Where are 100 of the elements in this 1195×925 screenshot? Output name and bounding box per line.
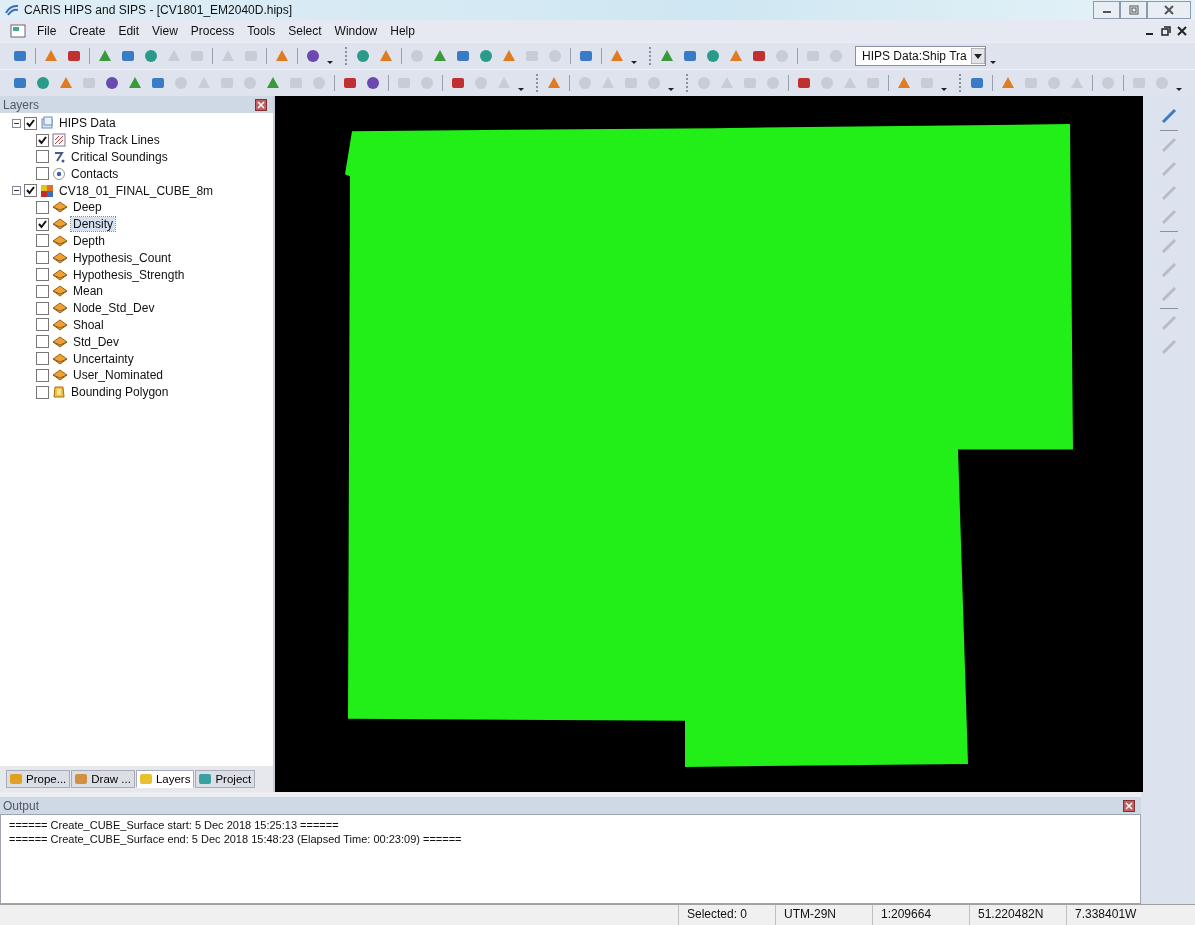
menu-item[interactable]: File (35, 24, 59, 38)
triangle-icon (842, 75, 858, 91)
circle-icon (774, 48, 790, 64)
checkbox[interactable] (36, 385, 49, 399)
square-icon (865, 75, 881, 91)
triangle-icon (1000, 75, 1016, 91)
menu-item[interactable]: Process (188, 24, 237, 38)
square-icon (81, 75, 97, 91)
layer-label[interactable]: Mean (71, 284, 106, 299)
checkbox[interactable] (36, 150, 49, 164)
panel-tab[interactable]: Prope... (6, 770, 71, 788)
line-icon (1161, 185, 1177, 201)
checkbox[interactable] (36, 251, 49, 265)
checkbox[interactable] (36, 133, 49, 147)
layer-label[interactable]: Ship Track Lines (69, 133, 162, 148)
layer-diamond-icon (52, 268, 68, 281)
triangle-icon (196, 75, 212, 91)
square-icon (578, 48, 594, 64)
checkbox[interactable] (36, 217, 49, 231)
circle-icon (365, 75, 381, 91)
layer-dropdown[interactable]: HIPS Data:Ship Tra (855, 46, 986, 66)
restore-icon[interactable] (1161, 26, 1171, 36)
square-icon (450, 75, 466, 91)
checkbox[interactable] (36, 368, 49, 382)
tab-icon (9, 772, 23, 786)
checkbox[interactable] (24, 184, 37, 198)
collapse-icon[interactable] (12, 186, 21, 196)
circle-icon (1154, 75, 1170, 91)
square-icon (189, 48, 205, 64)
square-icon (1023, 75, 1039, 91)
panel-tab[interactable]: Project (195, 770, 256, 788)
checkbox[interactable] (24, 116, 37, 130)
layer-label[interactable]: User_Nominated (71, 368, 166, 383)
panel-tab[interactable]: Draw ... (71, 770, 135, 788)
layer-label[interactable]: Node_Std_Dev (71, 301, 157, 316)
circle-icon (311, 75, 327, 91)
square-icon (219, 75, 235, 91)
layer-label[interactable]: Hypothesis_Strength (71, 267, 187, 282)
layer-label[interactable]: CV18_01_FINAL_CUBE_8m (57, 183, 216, 198)
layer-label[interactable]: HIPS Data (57, 116, 118, 131)
menu-item[interactable]: Tools (245, 24, 278, 38)
minimize-button[interactable] (1093, 1, 1120, 19)
menu-item[interactable]: Select (286, 24, 324, 38)
layer-label[interactable]: Depth (71, 233, 108, 248)
menu-item[interactable]: Help (388, 24, 417, 38)
layer-label[interactable]: Deep (71, 200, 104, 215)
checkbox[interactable] (36, 335, 49, 349)
circle-icon (305, 48, 321, 64)
line-icon (1161, 315, 1177, 331)
checkbox[interactable] (36, 301, 49, 315)
checkbox[interactable] (36, 200, 49, 214)
dropdown-caret-icon[interactable] (970, 48, 985, 64)
triangle-icon (1069, 75, 1085, 91)
layer-diamond-icon (52, 218, 68, 231)
layer-label[interactable]: Bounding Polygon (69, 385, 171, 400)
square-icon (919, 75, 935, 91)
line-icon (1161, 262, 1177, 278)
checkbox[interactable] (36, 284, 49, 298)
circle-icon (242, 75, 258, 91)
checkbox[interactable] (36, 167, 49, 181)
checkbox[interactable] (36, 234, 49, 248)
triangle-icon (728, 48, 744, 64)
layer-label[interactable]: Uncertainty (71, 351, 136, 366)
layer-label[interactable]: Std_Dev (71, 334, 122, 349)
panel-tab[interactable]: Layers (135, 770, 195, 788)
layer-label[interactable]: Density (71, 217, 115, 232)
close-icon[interactable] (1177, 26, 1187, 36)
layer-label[interactable]: Contacts (69, 166, 121, 181)
triangle-icon (265, 75, 281, 91)
checkbox[interactable] (36, 268, 49, 282)
circle-icon (409, 48, 425, 64)
menu-item[interactable]: Window (332, 24, 380, 38)
checkbox[interactable] (36, 318, 49, 332)
layer-label[interactable]: Shoal (71, 317, 106, 332)
close-icon[interactable] (1123, 799, 1135, 812)
checkbox[interactable] (36, 352, 49, 366)
circle-icon (819, 75, 835, 91)
document-icon[interactable] (10, 24, 26, 38)
soundings-icon (52, 150, 66, 164)
menu-item[interactable]: Edit (116, 24, 142, 38)
square-icon (524, 48, 540, 64)
menu-item[interactable]: Create (67, 24, 108, 38)
layer-label[interactable]: Critical Soundings (69, 150, 170, 164)
triangle-icon (546, 75, 562, 91)
map-view[interactable] (275, 96, 1143, 792)
collapse-icon[interactable] (12, 118, 21, 128)
layer-label[interactable]: Hypothesis_Count (71, 250, 174, 265)
log-line: ====== Create_CUBE_Surface end: 5 Dec 2018 15:48:23 (Elapsed Time: 00:23:09) ====== (9, 832, 463, 846)
circle-icon (143, 48, 159, 64)
close-icon[interactable] (255, 98, 267, 111)
layer-diamond-icon (52, 369, 68, 382)
triangle-icon (501, 48, 517, 64)
tool-button[interactable] (1159, 106, 1179, 126)
close-button[interactable] (1147, 1, 1191, 19)
square-icon (969, 75, 985, 91)
menu-item[interactable]: View (150, 24, 180, 38)
square-icon (12, 48, 28, 64)
status-field: UTM-29N (775, 905, 872, 925)
layer-diamond-icon (52, 352, 68, 365)
layer-diamond-icon (52, 335, 68, 348)
